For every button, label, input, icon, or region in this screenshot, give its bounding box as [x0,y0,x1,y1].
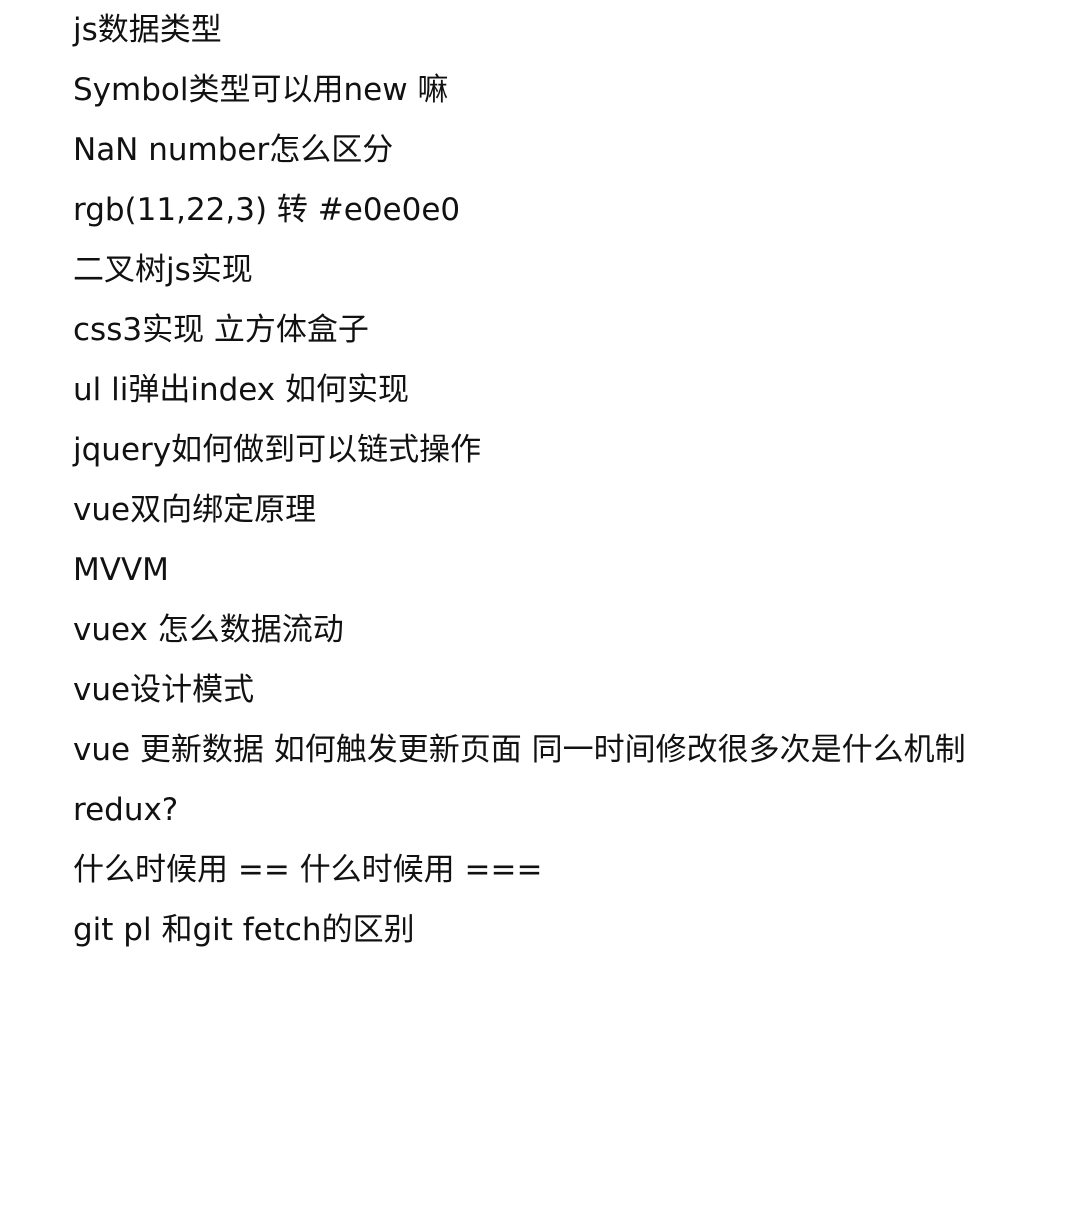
note-line: jquery如何做到可以链式操作 [73,432,482,468]
note-line: git pl 和git fetch的区别 [73,912,415,948]
note-line: 什么时候用 == 什么时候用 === [73,852,543,888]
note-line: rgb(11,22,3) 转 #e0e0e0 [73,192,461,228]
note-line: css3实现 立方体盒子 [73,312,369,348]
note-line: vuex 怎么数据流动 [73,612,344,648]
note-line: 二叉树js实现 [73,252,253,288]
note-line: vue双向绑定原理 [73,492,317,528]
note-line: redux? [73,792,179,828]
note-line: NaN number怎么区分 [73,132,394,168]
note-line: js数据类型 [73,12,222,48]
note-line: vue设计模式 [73,672,255,708]
note-text-block: js数据类型 Symbol类型可以用new 嘛 NaN number怎么区分 r… [73,0,1013,960]
note-line: MVVM [73,552,169,588]
note-line: Symbol类型可以用new 嘛 [73,72,449,108]
note-line: ul li弹出index 如何实现 [73,372,410,408]
note-line: vue 更新数据 如何触发更新页面 同一时间修改很多次是什么机制 [73,732,966,768]
